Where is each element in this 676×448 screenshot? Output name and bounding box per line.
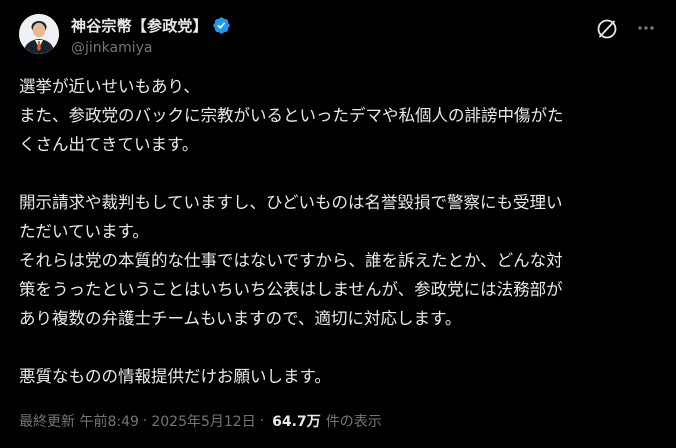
post-line-blank <box>19 159 659 188</box>
post-line: それらは党の本質的な仕事ではないですから、誰を訴えたとか、どんな対 <box>19 251 563 270</box>
meta-separator: · <box>142 413 148 429</box>
handle[interactable]: @jinkamiya <box>71 40 231 56</box>
author-block: 神谷宗幣【参政党】 @jinkamiya <box>71 14 231 56</box>
timestamp[interactable]: 最終更新 午前8:49 <box>19 411 139 431</box>
post-line: 開示請求や裁判もしていますし、ひどいものは名誉毀損で警察にも受理い <box>19 193 563 212</box>
avatar[interactable] <box>19 14 59 54</box>
grok-button[interactable] <box>596 18 618 40</box>
avatar-photo <box>19 14 59 54</box>
post-date[interactable]: 2025年5月12日 <box>151 411 255 431</box>
name-row: 神谷宗幣【参政党】 <box>71 14 231 36</box>
view-count-label: 件の表示 <box>325 414 382 430</box>
post: 神谷宗幣【参政党】 @jinkamiya 選挙が近いせいもあり、 また、参政党の… <box>0 0 676 448</box>
post-line: 策をうったということはいちいち公表はしませんが、参政党には法務部が <box>19 280 563 299</box>
verified-badge-icon <box>213 16 230 34</box>
post-line: 悪質なものの情報提供だけお願いします。 <box>19 367 331 386</box>
post-line: あり複数の弁護士チームもいますので、適切に対応します。 <box>19 309 462 328</box>
grok-icon <box>597 19 617 39</box>
post-line: くさん出てきています。 <box>19 135 199 154</box>
post-text: 選挙が近いせいもあり、 また、参政党のバックに宗教がいるといったデマや私個人の誹… <box>19 72 659 391</box>
more-icon <box>638 26 654 30</box>
display-name[interactable]: 神谷宗幣【参政党】 <box>71 15 208 36</box>
post-line-blank <box>19 333 659 362</box>
more-button[interactable] <box>632 14 660 42</box>
post-meta: 最終更新 午前8:49 · 2025年5月12日 · 64.7万 件の表示 <box>19 411 382 431</box>
post-line: また、参政党のバックに宗教がいるといったデマや私個人の誹謗中傷がた <box>19 106 564 125</box>
post-line: ただいています。 <box>19 222 149 241</box>
view-count[interactable]: 64.7万 <box>272 411 321 431</box>
post-line: 選挙が近いせいもあり、 <box>19 77 200 96</box>
meta-separator: · <box>259 413 265 429</box>
